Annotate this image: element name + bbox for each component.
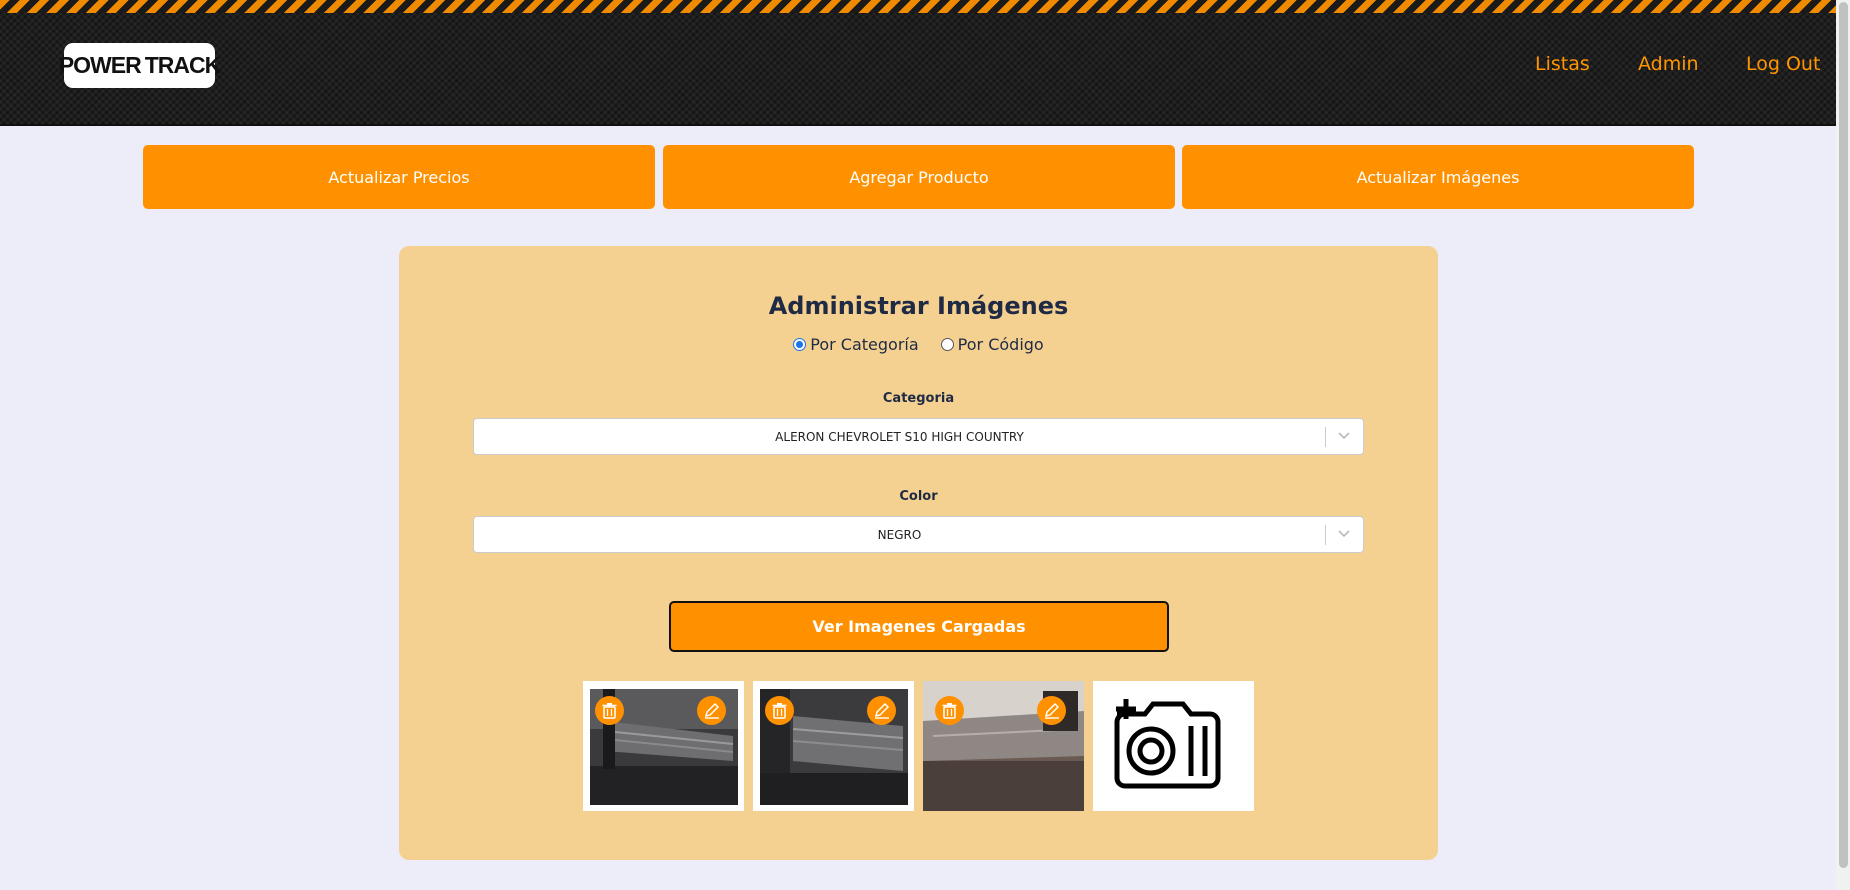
trash-icon bbox=[602, 703, 617, 719]
radio-by-code-label: Por Código bbox=[957, 335, 1044, 354]
select-separator bbox=[1325, 427, 1326, 447]
pencil-icon bbox=[1044, 702, 1060, 719]
radio-by-category-control[interactable] bbox=[793, 338, 807, 351]
update-prices-button[interactable]: Actualizar Precios bbox=[143, 145, 655, 209]
radio-by-category-label: Por Categoría bbox=[810, 335, 919, 354]
add-image-tile[interactable] bbox=[1093, 681, 1254, 811]
color-label: Color bbox=[899, 489, 938, 504]
edit-image-button[interactable] bbox=[1037, 696, 1066, 725]
trash-icon bbox=[942, 703, 957, 719]
image-thumbnail[interactable] bbox=[923, 681, 1084, 811]
nav-logout[interactable]: Log Out bbox=[1746, 53, 1820, 75]
color-select-value: NEGRO bbox=[877, 527, 922, 542]
select-separator bbox=[1325, 525, 1326, 545]
scrollbar-thumb[interactable] bbox=[1839, 2, 1848, 868]
category-select-value: ALERON CHEVROLET S10 HIGH COUNTRY bbox=[775, 429, 1024, 444]
category-label: Categoria bbox=[882, 391, 955, 406]
radio-by-code-control[interactable] bbox=[940, 338, 954, 351]
color-select[interactable]: NEGRO bbox=[473, 516, 1364, 553]
delete-image-button[interactable] bbox=[935, 696, 964, 725]
nav-admin[interactable]: Admin bbox=[1638, 53, 1699, 75]
delete-image-button[interactable] bbox=[595, 696, 624, 725]
radio-by-code[interactable]: Por Código bbox=[940, 335, 1044, 354]
nav-listas[interactable]: Listas bbox=[1535, 53, 1590, 75]
power-track-logo[interactable]: POWER TRACK bbox=[59, 43, 221, 88]
trash-icon bbox=[772, 703, 787, 719]
panel-title: Administrar Imágenes bbox=[768, 292, 1069, 320]
image-thumbnail[interactable] bbox=[583, 681, 744, 811]
edit-image-button[interactable] bbox=[867, 696, 896, 725]
update-images-button[interactable]: Actualizar Imágenes bbox=[1182, 145, 1694, 209]
delete-image-button[interactable] bbox=[765, 696, 794, 725]
hazard-stripe bbox=[0, 0, 1836, 13]
radio-by-category[interactable]: Por Categoría bbox=[793, 335, 919, 354]
category-select[interactable]: ALERON CHEVROLET S10 HIGH COUNTRY bbox=[473, 418, 1364, 455]
chevron-down-icon[interactable] bbox=[1337, 428, 1351, 442]
chevron-down-icon[interactable] bbox=[1337, 526, 1351, 540]
add-product-button[interactable]: Agregar Producto bbox=[663, 145, 1175, 209]
edit-image-button[interactable] bbox=[697, 696, 726, 725]
filter-mode-group: Por Categoría Por Código bbox=[399, 335, 1438, 354]
top-header: POWER TRACK Listas Admin Log Out bbox=[0, 0, 1836, 126]
image-thumbnail[interactable] bbox=[753, 681, 914, 811]
pencil-icon bbox=[704, 702, 720, 719]
add-photo-icon bbox=[1093, 681, 1254, 811]
pencil-icon bbox=[874, 702, 890, 719]
manage-images-panel: Administrar Imágenes Por Categoría Por C… bbox=[399, 246, 1438, 860]
page-scrollbar[interactable] bbox=[1836, 0, 1850, 890]
view-loaded-images-button[interactable]: Ver Imagenes Cargadas bbox=[669, 601, 1169, 652]
logo-text-track: TRACK bbox=[144, 52, 221, 78]
logo-text-power: POWER bbox=[58, 52, 142, 78]
